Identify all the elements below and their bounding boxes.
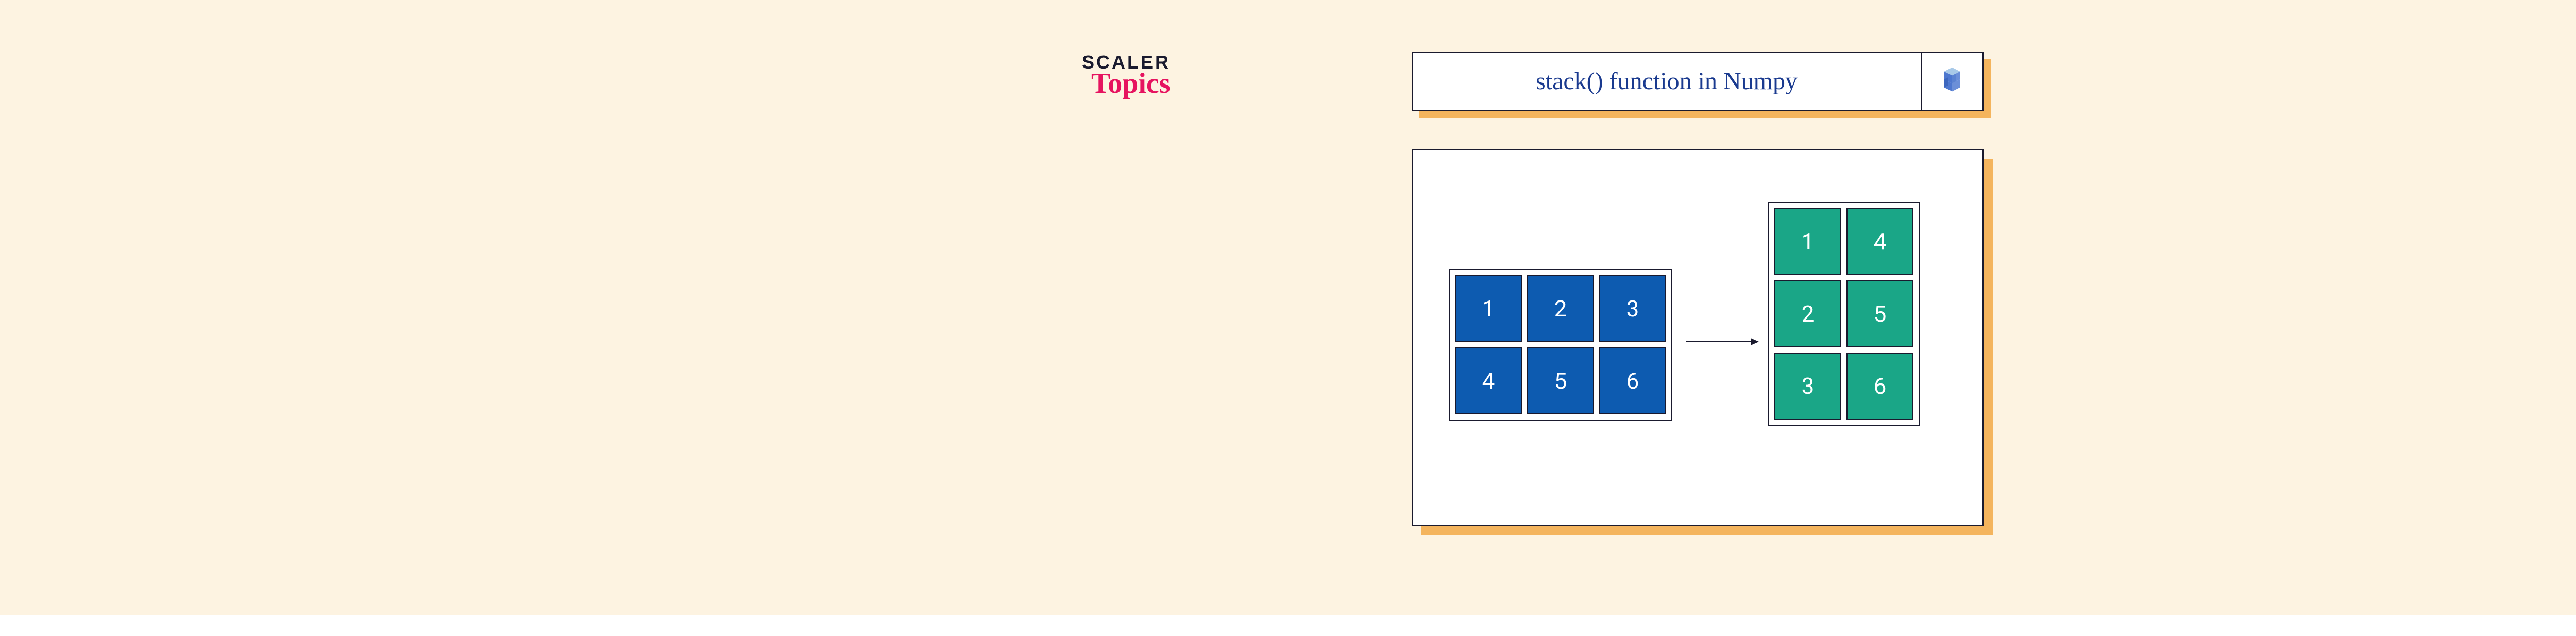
title-container: stack() function in Numpy — [1412, 52, 1984, 111]
diagram-box: 1 2 3 4 5 6 1 4 2 5 3 6 — [1412, 149, 1984, 526]
numpy-logo-icon — [1936, 65, 1968, 97]
array-cell: 3 — [1599, 275, 1666, 342]
array-cell: 5 — [1527, 347, 1594, 414]
diagram-container: 1 2 3 4 5 6 1 4 2 5 3 6 — [1412, 149, 1984, 526]
output-array: 1 4 2 5 3 6 — [1768, 202, 1920, 426]
input-array: 1 2 3 4 5 6 — [1449, 269, 1672, 421]
scaler-topics-logo: SCALER Topics — [1082, 52, 1171, 100]
title-icon-cell — [1921, 53, 1982, 110]
array-cell: 1 — [1774, 208, 1841, 275]
title-box: stack() function in Numpy — [1412, 52, 1984, 111]
array-cell: 4 — [1455, 347, 1522, 414]
array-cell: 2 — [1774, 280, 1841, 347]
logo-line-2: Topics — [1091, 67, 1171, 100]
array-cell: 2 — [1527, 275, 1594, 342]
title-text: stack() function in Numpy — [1413, 67, 1921, 95]
array-cell: 1 — [1455, 275, 1522, 342]
array-cell: 6 — [1599, 347, 1666, 414]
array-cell: 5 — [1846, 280, 1913, 347]
array-cell: 3 — [1774, 353, 1841, 420]
array-cell: 6 — [1846, 353, 1913, 420]
array-cell: 4 — [1846, 208, 1913, 275]
arrow-icon — [1686, 341, 1758, 342]
